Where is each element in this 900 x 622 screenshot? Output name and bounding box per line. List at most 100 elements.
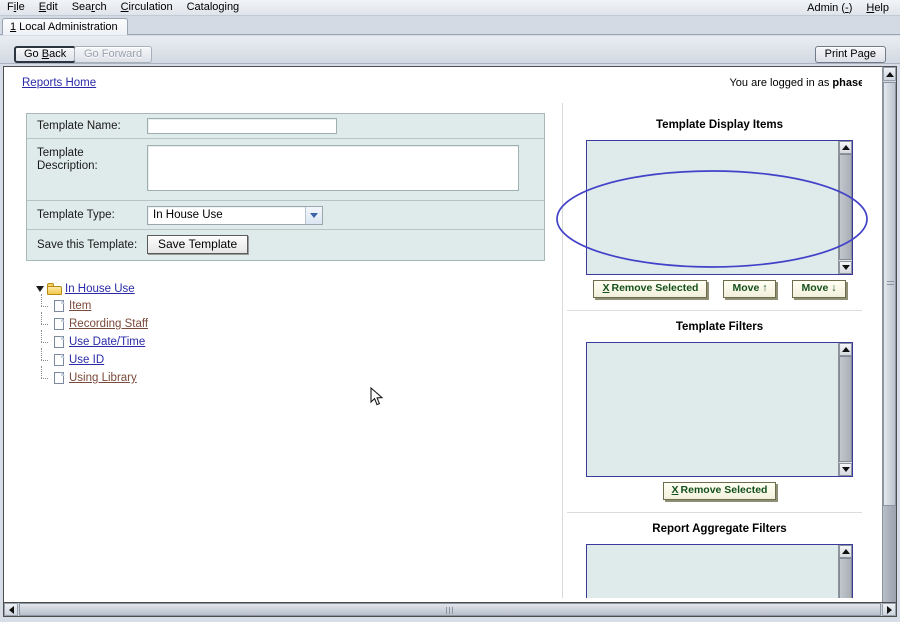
menu-edit-mnemonic: E bbox=[39, 1, 46, 13]
scroll-down-icon[interactable] bbox=[839, 463, 852, 476]
menu-bar: File Edit Search Circulation Cataloging … bbox=[0, 0, 900, 16]
print-page-button[interactable]: Print Page bbox=[815, 46, 886, 63]
template-display-items-listbox[interactable] bbox=[586, 140, 853, 275]
go-back-button[interactable]: Go Back bbox=[14, 46, 76, 63]
menu-circulation[interactable]: Circulation bbox=[114, 0, 180, 15]
template-name-input[interactable] bbox=[147, 118, 337, 134]
login-status: You are logged in as phasefx bbox=[729, 77, 874, 89]
move-down-button[interactable]: Move ↓ bbox=[792, 280, 845, 298]
report-aggregate-filters-panel: Report Aggregate Filters bbox=[567, 523, 872, 598]
go-forward-button: Go Forward bbox=[74, 46, 152, 63]
vertical-scroll-track[interactable] bbox=[883, 506, 896, 602]
tree-node-label[interactable]: Use ID bbox=[69, 354, 104, 366]
menu-search[interactable]: Search bbox=[65, 0, 114, 15]
go-back-mnemonic: B bbox=[42, 48, 49, 60]
scroll-thumb[interactable] bbox=[839, 558, 852, 598]
template-display-items-title: Template Display Items bbox=[567, 119, 872, 131]
tree-node-label[interactable]: Use Date/Time bbox=[69, 336, 145, 348]
content-frame: Reports Home You are logged in as phasef… bbox=[3, 66, 897, 617]
tree-node-use-id[interactable]: Use ID bbox=[34, 351, 334, 369]
document-icon bbox=[54, 318, 65, 331]
panel-separator-2 bbox=[567, 512, 877, 513]
menu-bar-right: Admin (-) Help bbox=[800, 0, 896, 16]
tree-node-in-house-use[interactable]: In House Use bbox=[34, 281, 334, 297]
report-template-editor-page: Reports Home You are logged in as phasef… bbox=[4, 67, 880, 598]
template-filters-title: Template Filters bbox=[567, 321, 872, 333]
template-description-input[interactable] bbox=[147, 145, 519, 191]
application-window: File Edit Search Circulation Cataloging … bbox=[0, 0, 900, 622]
menu-cataloging[interactable]: Cataloging bbox=[180, 0, 247, 15]
document-icon bbox=[54, 372, 65, 385]
menu-file[interactable]: File bbox=[0, 0, 32, 15]
scroll-up-icon[interactable] bbox=[839, 545, 852, 558]
listbox-scrollbar[interactable] bbox=[838, 141, 852, 274]
scroll-grip-icon bbox=[446, 607, 454, 614]
horizontal-scroll-thumb[interactable] bbox=[19, 603, 881, 616]
twisty-collapse-icon[interactable] bbox=[34, 284, 45, 295]
horizontal-scrollbar[interactable] bbox=[3, 602, 897, 617]
x-icon: X bbox=[672, 484, 679, 496]
remove-selected-display-items-button[interactable]: XRemove Selected bbox=[593, 280, 707, 298]
tree-node-label[interactable]: Recording Staff bbox=[69, 318, 148, 330]
report-aggregate-filters-listbox[interactable] bbox=[586, 544, 853, 598]
scroll-up-icon[interactable] bbox=[839, 343, 852, 356]
mouse-cursor bbox=[370, 387, 384, 407]
form-row-template-description: Template Description: bbox=[27, 139, 544, 201]
form-row-template-name: Template Name: bbox=[27, 114, 544, 139]
scroll-thumb[interactable] bbox=[839, 154, 852, 260]
tree-node-using-library[interactable]: Using Library bbox=[34, 369, 334, 387]
template-metadata-form: Template Name: Template Description: Tem… bbox=[26, 113, 545, 261]
template-filters-buttons: XRemove Selected bbox=[567, 482, 872, 500]
chevron-down-icon[interactable] bbox=[305, 207, 322, 224]
template-type-select[interactable]: In House Use bbox=[147, 206, 323, 225]
tree-node-label[interactable]: In House Use bbox=[65, 283, 135, 295]
template-display-items-panel: Template Display Items XRemove Selected … bbox=[567, 119, 872, 298]
report-source-tree: In House Use Item Recording Staff Use Da… bbox=[34, 281, 334, 387]
scroll-up-icon[interactable] bbox=[883, 67, 896, 81]
listbox-scrollbar[interactable] bbox=[838, 545, 852, 598]
tree-node-item[interactable]: Item bbox=[34, 297, 334, 315]
scroll-right-icon[interactable] bbox=[882, 603, 896, 616]
scroll-down-icon[interactable] bbox=[839, 261, 852, 274]
menu-help[interactable]: Help bbox=[859, 1, 896, 16]
document-icon bbox=[54, 354, 65, 367]
form-row-save-template: Save this Template: Save Template bbox=[27, 230, 544, 260]
scroll-grip-icon bbox=[887, 281, 894, 286]
document-icon bbox=[54, 300, 65, 313]
tab-strip: 1 Local Administration bbox=[0, 16, 900, 35]
save-template-button[interactable]: Save Template bbox=[147, 235, 248, 254]
remove-selected-filters-button[interactable]: XRemove Selected bbox=[663, 482, 777, 500]
vertical-scroll-thumb[interactable] bbox=[883, 82, 896, 506]
folder-icon bbox=[47, 283, 62, 295]
tree-node-label[interactable]: Item bbox=[69, 300, 91, 312]
report-aggregate-filters-title: Report Aggregate Filters bbox=[567, 523, 872, 535]
panel-separator-1 bbox=[567, 310, 877, 311]
save-template-label: Save this Template: bbox=[27, 230, 147, 260]
scroll-up-icon[interactable] bbox=[839, 141, 852, 154]
panel-divider bbox=[562, 103, 563, 598]
template-name-label: Template Name: bbox=[27, 114, 147, 138]
template-description-label: Template Description: bbox=[27, 139, 147, 200]
menu-admin[interactable]: Admin (-) bbox=[800, 1, 859, 16]
move-up-button[interactable]: Move ↑ bbox=[723, 280, 776, 298]
scroll-thumb[interactable] bbox=[839, 356, 852, 462]
template-display-items-buttons: XRemove Selected Move ↑ Move ↓ bbox=[567, 280, 872, 298]
document-icon bbox=[54, 336, 65, 349]
menu-circulation-mnemonic: C bbox=[121, 1, 129, 13]
template-type-label: Template Type: bbox=[27, 201, 147, 229]
listbox-scrollbar[interactable] bbox=[838, 343, 852, 476]
vertical-scrollbar[interactable] bbox=[882, 66, 897, 617]
tree-node-label[interactable]: Using Library bbox=[69, 372, 137, 384]
scroll-left-icon[interactable] bbox=[4, 603, 18, 616]
tree-node-use-date-time[interactable]: Use Date/Time bbox=[34, 333, 334, 351]
tab-local-administration[interactable]: 1 Local Administration bbox=[2, 18, 128, 35]
form-row-template-type: Template Type: In House Use bbox=[27, 201, 544, 230]
tree-node-recording-staff[interactable]: Recording Staff bbox=[34, 315, 334, 333]
template-filters-listbox[interactable] bbox=[586, 342, 853, 477]
x-icon: X bbox=[602, 282, 609, 294]
template-type-selected-value: In House Use bbox=[153, 209, 223, 221]
reports-home-link[interactable]: Reports Home bbox=[22, 77, 96, 89]
template-filters-panel: Template Filters XRemove Selected bbox=[567, 321, 872, 500]
page-right-margin bbox=[862, 67, 880, 598]
menu-edit[interactable]: Edit bbox=[32, 0, 65, 15]
